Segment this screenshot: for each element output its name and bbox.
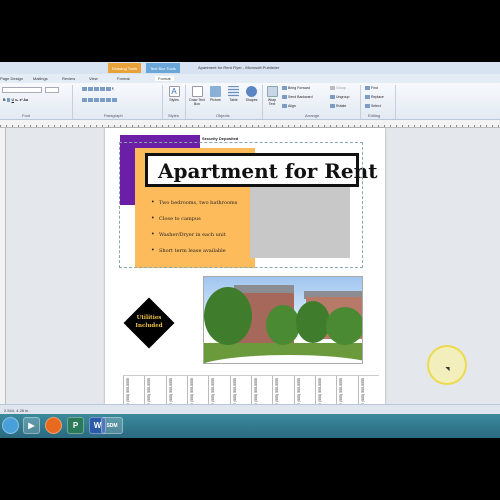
taskbar: ▶ P W SDM (0, 414, 500, 438)
photo-tree (266, 305, 300, 345)
ribbon-tabs: Page Design Mailings Review View Format … (0, 74, 500, 83)
group-label-styles: Styles (168, 113, 179, 118)
send-backward-button[interactable]: Send Backward (282, 95, 313, 100)
tab-mailings[interactable]: Mailings (33, 76, 48, 81)
table-icon (228, 86, 239, 97)
sdm-app-icon[interactable]: SDM (101, 417, 123, 434)
gray-placeholder-box[interactable] (250, 183, 350, 258)
rotate-button[interactable]: Rotate (330, 104, 346, 109)
draw-text-box-button[interactable]: Draw Text Box (188, 86, 206, 106)
group-separator (262, 85, 263, 119)
styles-icon: A (168, 86, 180, 97)
start-button-icon[interactable] (2, 417, 19, 434)
tab-page-design[interactable]: Page Design (0, 76, 23, 81)
title-text-box[interactable]: Apartment for Rent (145, 153, 377, 187)
tear-off-tab[interactable]: Contact Us! (555) 555-5555 (144, 376, 165, 421)
shapes-button[interactable]: Shapes (244, 86, 259, 102)
group-separator (162, 85, 163, 119)
ungroup-button[interactable]: Ungroup (330, 95, 349, 100)
publisher-window: Drawing Tools Text Box Tools Apartment f… (0, 62, 500, 438)
shapes-icon (246, 86, 257, 97)
alignment-buttons[interactable] (82, 98, 118, 103)
window-title: Apartment for Rent Flyer - Microsoft Pub… (198, 65, 280, 70)
title-bar: Drawing Tools Text Box Tools Apartment f… (0, 62, 500, 74)
tear-off-tab[interactable]: Contact Us! (555) 555-5555 (229, 376, 251, 421)
flyer-title: Apartment for Rent (158, 159, 378, 183)
tear-off-tab[interactable]: Contact Us! (555) 555-5555 (123, 376, 144, 421)
picture-icon (210, 86, 221, 97)
group-label-font: Font (22, 113, 31, 118)
amenities-list[interactable]: Two bedrooms, two bathrooms Close to cam… (151, 199, 237, 264)
text-box-icon (191, 86, 203, 97)
font-name-box[interactable] (2, 87, 42, 93)
tab-view[interactable]: View (89, 76, 98, 81)
list-item: Short term lease available (151, 247, 237, 254)
publisher-icon[interactable]: P (67, 417, 84, 434)
photo-tree (326, 307, 362, 345)
photo-tree (296, 301, 330, 343)
tab-format-drawing[interactable]: Format (117, 76, 130, 81)
group-label-arrange: Arrange (305, 113, 320, 118)
diamond-label: Utilities Included (135, 315, 163, 329)
tear-off-tab[interactable]: Contact Us! (555) 555-5555 (336, 376, 357, 421)
group-button[interactable]: Group (330, 86, 346, 91)
tear-off-tab[interactable]: Contact Us! (555) 555-5555 (272, 376, 293, 421)
group-separator (185, 85, 186, 119)
tear-off-tab[interactable]: Contact Us! (555) 555-5555 (165, 376, 187, 421)
mouse-pointer-icon (445, 364, 452, 372)
apartment-photo[interactable] (203, 276, 363, 364)
group-separator (72, 85, 73, 119)
group-separator (395, 85, 396, 119)
find-button[interactable]: Find (365, 86, 378, 91)
tear-off-tabs: Contact Us! (555) 555-5555 Contact Us! (5… (123, 375, 379, 421)
tear-off-tab[interactable]: Contact Us! (555) 555-5555 (208, 376, 229, 421)
context-tab-drawing-tools[interactable]: Drawing Tools (108, 63, 142, 73)
align-button[interactable]: Align (282, 104, 296, 109)
photo-tree (204, 287, 252, 345)
workspace: Security Deposited Apartment for Rent Tw… (6, 128, 500, 421)
select-button[interactable]: Select (365, 104, 381, 109)
group-label-paragraph: Paragraph (104, 113, 123, 118)
wrap-text-icon (266, 86, 278, 97)
list-item: Close to campus (151, 215, 237, 222)
flyer-page: Security Deposited Apartment for Rent Tw… (105, 128, 385, 421)
tear-off-tab[interactable]: Contact Us! (555) 555-5555 (357, 376, 379, 421)
bold-button[interactable]: B U x₂ x² Aa (3, 98, 28, 103)
tab-format-text-box[interactable]: Format (155, 76, 174, 81)
tab-review[interactable]: Review (62, 76, 75, 81)
font-size-box[interactable] (45, 87, 59, 93)
security-deposit-text[interactable]: Security Deposited (202, 136, 238, 141)
bring-forward-button[interactable]: Bring Forward (282, 86, 310, 91)
group-separator (360, 85, 361, 119)
list-item: Two bedrooms, two bathrooms (151, 199, 237, 206)
context-tab-text-box-tools[interactable]: Text Box Tools (146, 63, 180, 73)
status-bar: 2.544, 4.28 in. (0, 404, 500, 414)
firefox-icon[interactable] (45, 417, 62, 434)
tear-off-tab[interactable]: Contact Us! (555) 555-5555 (187, 376, 208, 421)
tear-off-tab[interactable]: Contact Us! (555) 555-5555 (251, 376, 272, 421)
picture-button[interactable]: Picture (208, 86, 223, 102)
ribbon: B U x₂ x² Aa Font ¶ Paragraph A Styles S… (0, 83, 500, 120)
media-player-icon[interactable]: ▶ (23, 417, 40, 434)
group-label-editing: Editing (368, 113, 381, 118)
tear-off-tab[interactable]: Contact Us! (555) 555-5555 (315, 376, 336, 421)
utilities-diamond[interactable]: Utilities Included (123, 297, 175, 349)
list-item: Washer/Dryer in each unit (151, 231, 237, 238)
cursor-highlight (427, 345, 467, 385)
list-buttons[interactable]: ¶ (82, 87, 114, 92)
object-position: 2.544, 4.28 in. (4, 408, 30, 413)
tear-off-tab[interactable]: Contact Us! (555) 555-5555 (293, 376, 315, 421)
wrap-text-button[interactable]: Wrap Text (265, 86, 279, 106)
replace-button[interactable]: Replace (365, 95, 384, 100)
horizontal-ruler[interactable] (0, 120, 500, 128)
group-label-objects: Objects (216, 113, 230, 118)
styles-button[interactable]: A Styles (166, 86, 182, 102)
table-button[interactable]: Table (226, 86, 241, 102)
